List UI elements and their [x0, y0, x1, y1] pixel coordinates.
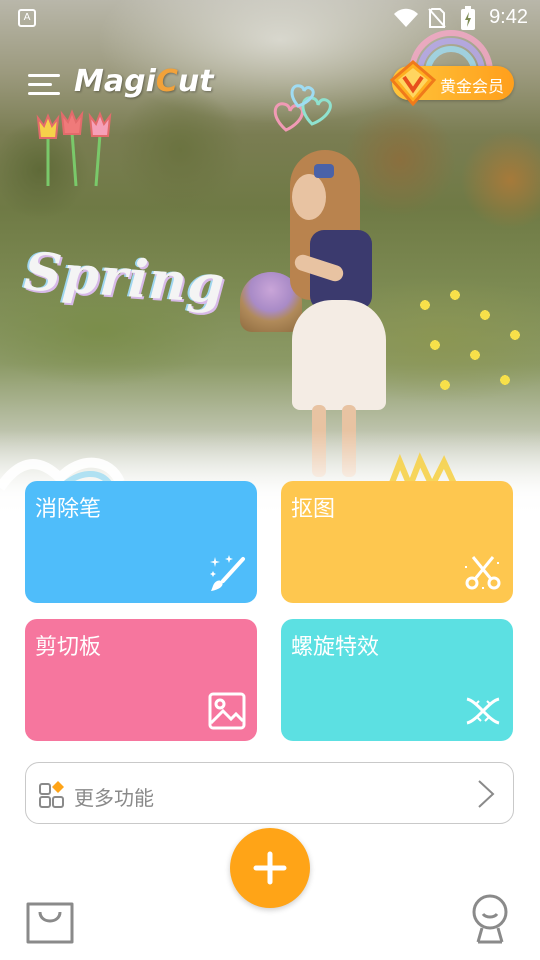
magic-brush-icon	[210, 555, 245, 591]
battery-charging-icon	[461, 6, 475, 30]
feature-label: 剪切板	[35, 635, 102, 660]
feature-label: 螺旋特效	[291, 635, 380, 660]
tulips-doodle-icon	[36, 109, 112, 187]
wifi-icon	[394, 8, 418, 27]
feature-card-cutout[interactable]: 抠图	[281, 481, 513, 603]
hearts-doodle-icon	[273, 84, 332, 132]
image-icon	[208, 692, 246, 730]
apps-grid-icon	[39, 781, 64, 808]
app-logo: MagiCut	[74, 64, 214, 99]
plus-icon	[253, 851, 287, 885]
more-features-label: 更多功能	[74, 786, 154, 810]
create-plus-button[interactable]	[230, 828, 310, 908]
feature-label: 抠图	[291, 497, 336, 522]
feature-label: 消除笔	[35, 497, 102, 522]
shopping-bag-icon[interactable]	[22, 890, 78, 946]
more-features-button[interactable]: 更多功能	[25, 762, 514, 824]
feature-card-spiral[interactable]: 螺旋特效	[281, 619, 513, 741]
vip-diamond-icon	[389, 60, 437, 106]
no-sim-icon	[428, 8, 446, 28]
chevron-right-icon	[478, 780, 495, 808]
app-notification-icon: A	[18, 9, 36, 27]
vip-membership-button[interactable]: 黄金会员	[389, 60, 514, 106]
profile-icon[interactable]	[462, 890, 518, 946]
status-bar: A 9:42	[0, 0, 540, 36]
feature-card-eraser[interactable]: 消除笔	[25, 481, 257, 603]
scissors-icon	[465, 556, 501, 591]
vip-label: 黄金会员	[440, 77, 505, 96]
feature-card-clipboard[interactable]: 剪切板	[25, 619, 257, 741]
yellow-flowers-doodle	[405, 285, 535, 415]
clock: 9:42	[489, 6, 528, 28]
dna-spiral-icon	[466, 697, 500, 725]
hamburger-menu-icon[interactable]	[28, 72, 62, 98]
